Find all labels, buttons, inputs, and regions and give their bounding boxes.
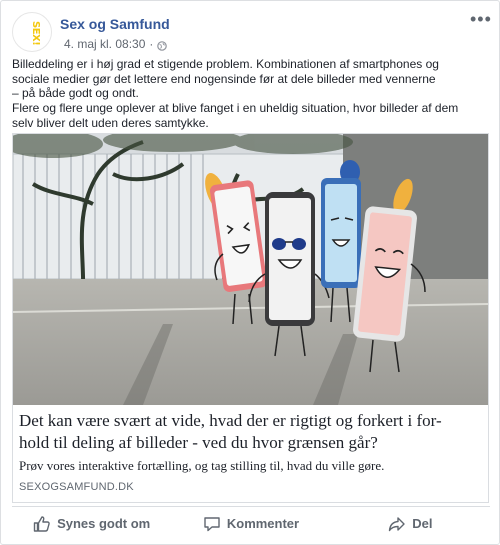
link-preview-card[interactable]: Det kan være svært at vide, hvad der er … <box>12 133 489 503</box>
page-name-link[interactable]: Sex og Samfund <box>60 16 170 32</box>
meta-separator: · <box>149 37 154 51</box>
link-preview-title[interactable]: Det kan være svært at vide, hvad der er … <box>19 410 485 454</box>
share-button-label: Del <box>412 516 433 531</box>
like-button[interactable]: Synes godt om <box>12 507 171 540</box>
post-text-line: Flere og flere unge oplever at blive fan… <box>12 101 459 116</box>
post-timestamp[interactable]: 4. maj kl. 08:30 <box>64 37 145 51</box>
post-meta: 4. maj kl. 08:30 · <box>64 37 168 51</box>
post-text-line: Billeddeling er i høj grad et stigende p… <box>12 57 439 71</box>
facebook-post: SEX! Sex og Samfund 4. maj kl. 08:30 · •… <box>0 0 500 545</box>
cartoon-phones-image[interactable] <box>13 134 488 405</box>
post-actions-bar: Synes godt om Kommenter Del <box>12 506 490 540</box>
share-icon <box>389 516 405 531</box>
post-text-line: – på både godt og ondt. <box>12 86 139 101</box>
like-button-label: Synes godt om <box>57 516 151 531</box>
post-text-line: sociale medier gør det lettere end nogen… <box>12 71 436 86</box>
post-message: Billeddeling er i høj grad et stigende p… <box>12 57 490 131</box>
post-text-line: selv bliver delt uden deres samtykke. <box>12 115 209 130</box>
link-preview-domain: SEXOGSAMFUND.DK <box>19 481 134 493</box>
page-avatar[interactable]: SEX! <box>12 12 52 52</box>
comment-icon <box>204 516 220 531</box>
thumbs-up-icon <box>33 515 50 532</box>
post-header: SEX! Sex og Samfund 4. maj kl. 08:30 · •… <box>12 10 491 56</box>
share-button[interactable]: Del <box>331 507 490 540</box>
link-preview-title-line: Det kan være svært at vide, hvad der er … <box>19 411 442 430</box>
comment-button[interactable]: Kommenter <box>171 507 330 540</box>
link-preview-description: Prøv vores interaktive fortælling, og ta… <box>19 458 385 473</box>
ellipsis-icon[interactable]: ••• <box>470 10 491 28</box>
avatar-logo-text: SEX! <box>30 20 41 46</box>
comment-button-label: Kommenter <box>226 516 300 531</box>
link-preview-title-line: hold til deling af billeder - ved du hvo… <box>19 433 378 452</box>
globe-icon <box>157 40 168 51</box>
